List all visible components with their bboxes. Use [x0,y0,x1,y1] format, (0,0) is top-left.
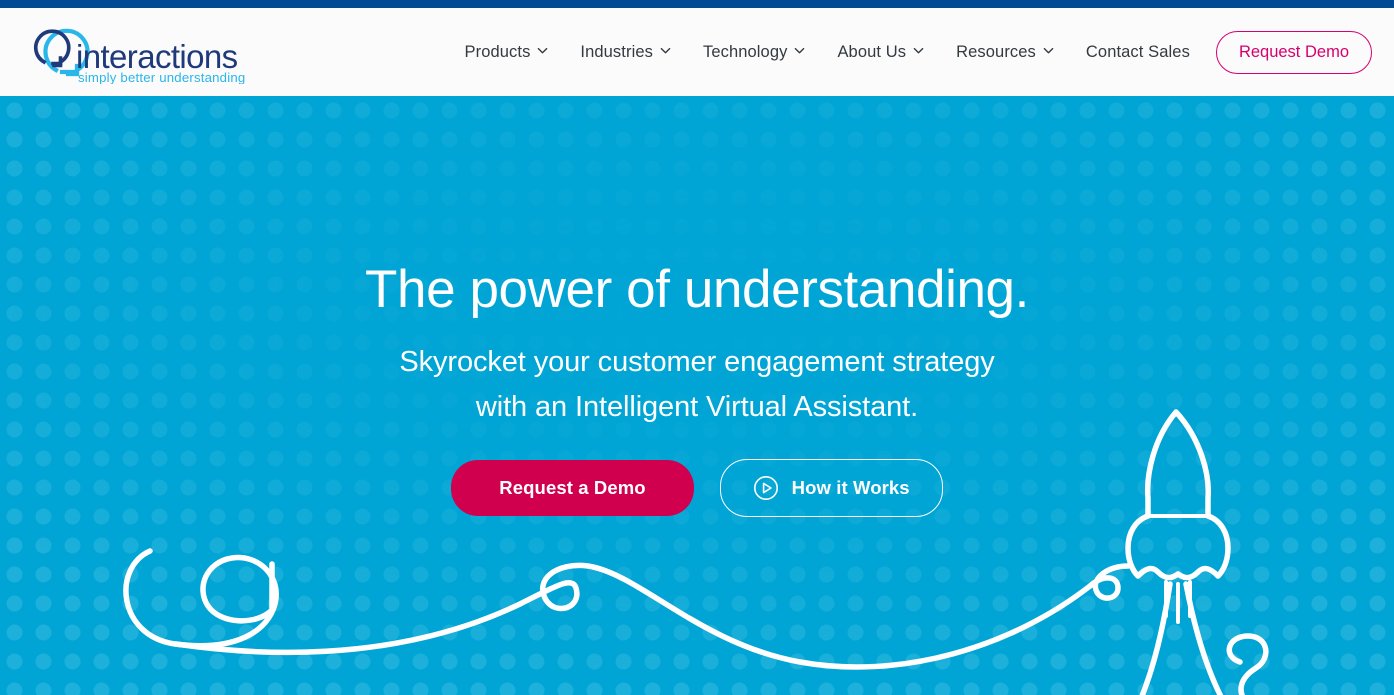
chevron-down-icon [660,45,671,56]
how-it-works-button[interactable]: How it Works [719,459,943,517]
nav-item-industries[interactable]: Industries [564,43,687,62]
nav-item-label: Industries [580,42,653,61]
chevron-down-icon [794,45,805,56]
hero-section: The power of understanding. Skyrocket yo… [0,96,1394,695]
hero-content: The power of understanding. Skyrocket yo… [0,96,1394,695]
top-accent-bar [0,0,1394,8]
hero-subheadline: Skyrocket your customer engagement strat… [0,340,1394,430]
hero-subheadline-line-1: Skyrocket your customer engagement strat… [399,346,995,378]
nav-item-label: Products [464,42,531,61]
hero-headline: The power of understanding. [365,260,1029,319]
chevron-down-icon [913,45,924,56]
hero-cta-row: Request a Demo How it Works [0,459,1394,517]
page-root: interactions simply better understanding… [0,0,1394,695]
nav-item-label: Technology [702,42,788,61]
request-a-demo-button[interactable]: Request a Demo [451,460,694,516]
nav-item-products[interactable]: Products [449,43,565,62]
nav-item-resources[interactable]: Resources [940,43,1070,62]
nav-item-label: Contact Sales [1085,42,1190,61]
nav-item-about-us[interactable]: About Us [821,43,940,62]
request-demo-button[interactable]: Request Demo [1215,30,1372,74]
svg-text:simply better understanding: simply better understanding [78,70,245,84]
main-navigation: Products Industries Technology About Us [449,8,1381,96]
chevron-down-icon [1043,45,1054,56]
brand-logo[interactable]: interactions simply better understanding [22,22,258,85]
speech-bubble-logo-icon: interactions simply better understanding [33,28,245,85]
nav-item-technology[interactable]: Technology [687,43,821,62]
play-circle-icon [753,475,779,501]
site-header: interactions simply better understanding… [0,8,1394,96]
chevron-down-icon [537,45,548,56]
nav-item-contact-sales[interactable]: Contact Sales [1070,43,1206,62]
how-it-works-label: How it Works [791,477,910,498]
hero-subheadline-line-2: with an Intelligent Virtual Assistant. [475,390,919,423]
nav-item-label: Resources [956,42,1036,61]
nav-item-label: About Us [837,42,907,61]
